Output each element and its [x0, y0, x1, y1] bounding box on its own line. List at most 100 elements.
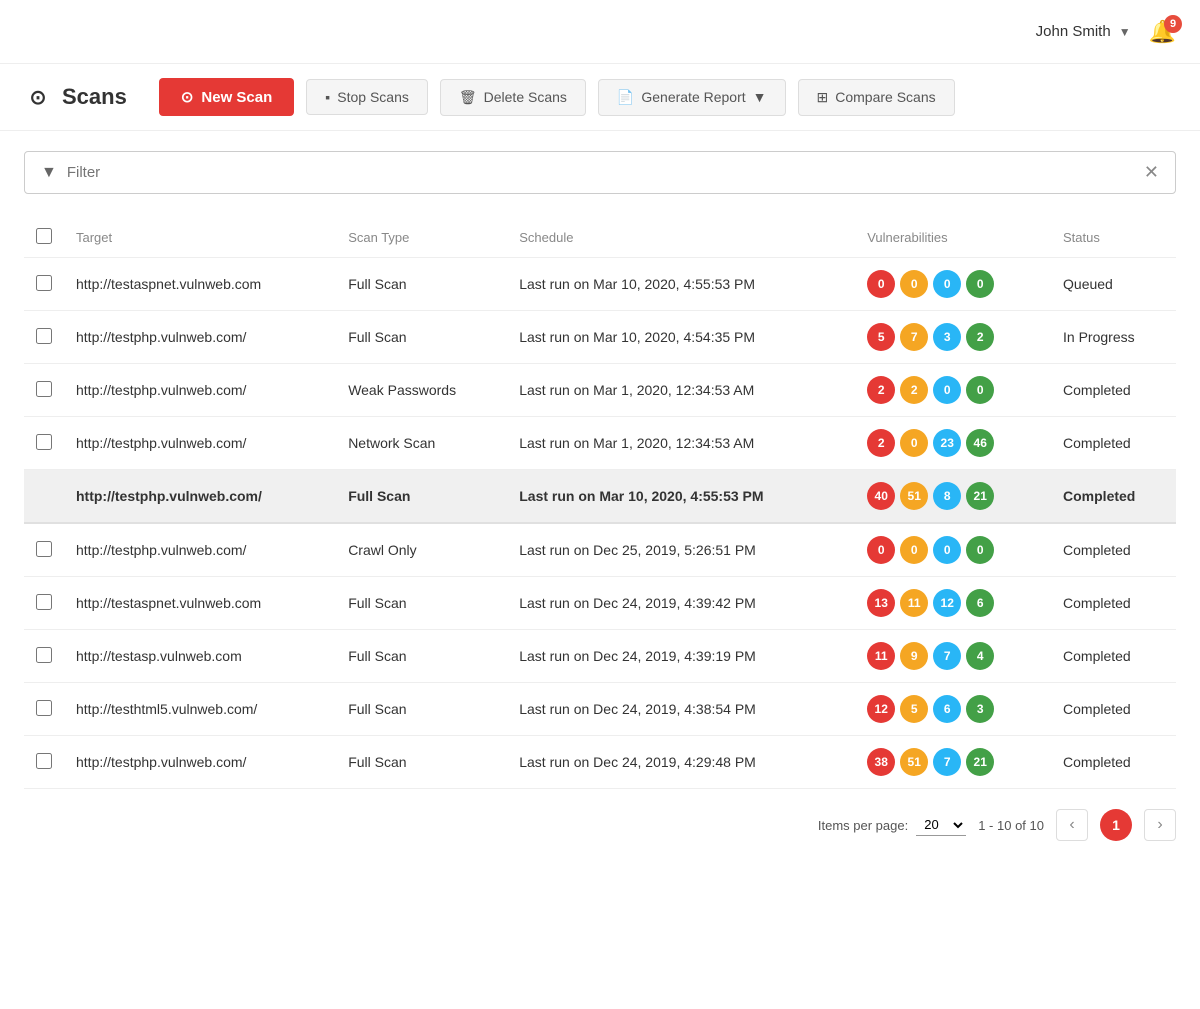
- row-checkbox-cell[interactable]: [24, 523, 64, 577]
- vuln-badge-red: 13: [867, 589, 895, 617]
- delete-scans-button[interactable]: 🗑 Delete Scans: [440, 79, 586, 116]
- row-checkbox-cell[interactable]: [24, 577, 64, 630]
- delete-scans-label: Delete Scans: [484, 89, 567, 105]
- items-per-page-select[interactable]: 20 50 100: [916, 814, 966, 836]
- row-checkbox[interactable]: [36, 647, 52, 663]
- row-checkbox[interactable]: [36, 700, 52, 716]
- row-schedule: Last run on Mar 10, 2020, 4:55:53 PM: [507, 258, 855, 311]
- current-page[interactable]: 1: [1100, 809, 1132, 841]
- vuln-badge-green: 2: [966, 323, 994, 351]
- row-target: http://testhtml5.vulnweb.com/: [64, 683, 336, 736]
- vuln-badge-orange: 9: [900, 642, 928, 670]
- table-row[interactable]: http://testphp.vulnweb.com/ Full Scan La…: [24, 311, 1176, 364]
- row-scan-type: Full Scan: [336, 470, 507, 524]
- row-checkbox-cell[interactable]: [24, 630, 64, 683]
- table-row[interactable]: http://testasp.vulnweb.com Full Scan Las…: [24, 630, 1176, 683]
- row-status: Completed: [1051, 364, 1176, 417]
- row-scan-type: Crawl Only: [336, 523, 507, 577]
- next-page-button[interactable]: ›: [1144, 809, 1176, 841]
- row-scan-type: Full Scan: [336, 736, 507, 789]
- row-checkbox-cell[interactable]: [24, 258, 64, 311]
- page-title: Scans: [62, 84, 127, 110]
- row-schedule: Last run on Dec 24, 2019, 4:39:19 PM: [507, 630, 855, 683]
- stop-icon: ▪: [325, 89, 330, 105]
- row-status: Completed: [1051, 630, 1176, 683]
- row-target: http://testphp.vulnweb.com/: [64, 470, 336, 524]
- table-row[interactable]: http://testphp.vulnweb.com/ Weak Passwor…: [24, 364, 1176, 417]
- row-vulnerabilities: 1311126: [855, 577, 1051, 630]
- notifications-button[interactable]: 🔔 9: [1149, 19, 1176, 45]
- row-checkbox[interactable]: [36, 541, 52, 557]
- items-per-page: Items per page: 20 50 100: [818, 814, 966, 836]
- vuln-badge-red: 2: [867, 376, 895, 404]
- vuln-badge-blue: 0: [933, 270, 961, 298]
- items-per-page-label: Items per page:: [818, 818, 908, 833]
- row-vulnerabilities: 0000: [855, 258, 1051, 311]
- pagination: Items per page: 20 50 100 1 - 10 of 10 ‹…: [24, 789, 1176, 841]
- row-target: http://testaspnet.vulnweb.com: [64, 258, 336, 311]
- table-row[interactable]: http://testphp.vulnweb.com/ Full Scan La…: [24, 736, 1176, 789]
- table-row[interactable]: http://testhtml5.vulnweb.com/ Full Scan …: [24, 683, 1176, 736]
- row-checkbox-cell[interactable]: [24, 311, 64, 364]
- table-row[interactable]: http://testaspnet.vulnweb.com Full Scan …: [24, 577, 1176, 630]
- row-schedule: Last run on Mar 10, 2020, 4:55:53 PM: [507, 470, 855, 524]
- row-checkbox[interactable]: [36, 594, 52, 610]
- generate-report-label: Generate Report: [641, 89, 745, 105]
- row-checkbox-cell[interactable]: [24, 364, 64, 417]
- row-checkbox-cell[interactable]: [24, 417, 64, 470]
- vuln-badge-blue: 7: [933, 642, 961, 670]
- row-checkbox[interactable]: [36, 753, 52, 769]
- table-row[interactable]: http://testaspnet.vulnweb.com Full Scan …: [24, 258, 1176, 311]
- row-schedule: Last run on Mar 1, 2020, 12:34:53 AM: [507, 417, 855, 470]
- vuln-badge-orange: 0: [900, 536, 928, 564]
- select-all-checkbox[interactable]: [36, 228, 52, 244]
- row-vulnerabilities: 12563: [855, 683, 1051, 736]
- row-checkbox[interactable]: [36, 328, 52, 344]
- page-title-container: ⊙ Scans: [24, 83, 127, 111]
- row-checkbox-cell[interactable]: [24, 683, 64, 736]
- scans-table: Target Scan Type Schedule Vulnerabilitie…: [24, 218, 1176, 789]
- row-vulnerabilities: 3851721: [855, 736, 1051, 789]
- stop-scans-button[interactable]: ▪ Stop Scans: [306, 79, 428, 115]
- table-row[interactable]: http://testphp.vulnweb.com/ Full Scan La…: [24, 470, 1176, 524]
- row-scan-type: Full Scan: [336, 258, 507, 311]
- clear-filter-button[interactable]: ✕: [1144, 162, 1159, 183]
- vuln-badge-orange: 2: [900, 376, 928, 404]
- vuln-badge-green: 46: [966, 429, 994, 457]
- prev-page-button[interactable]: ‹: [1056, 809, 1088, 841]
- row-scan-type: Weak Passwords: [336, 364, 507, 417]
- vuln-badge-red: 0: [867, 270, 895, 298]
- row-checkbox-cell[interactable]: [24, 736, 64, 789]
- row-target: http://testaspnet.vulnweb.com: [64, 577, 336, 630]
- row-checkbox[interactable]: [36, 434, 52, 450]
- vuln-badge-blue: 23: [933, 429, 961, 457]
- vuln-badge-green: 0: [966, 270, 994, 298]
- compare-scans-button[interactable]: ⊞ Compare Scans: [798, 79, 955, 116]
- row-checkbox[interactable]: [36, 381, 52, 397]
- col-scan-type: Scan Type: [336, 218, 507, 258]
- vuln-badge-green: 0: [966, 536, 994, 564]
- row-target: http://testphp.vulnweb.com/: [64, 311, 336, 364]
- vuln-badge-green: 6: [966, 589, 994, 617]
- vuln-badge-orange: 51: [900, 482, 928, 510]
- vuln-badge-green: 4: [966, 642, 994, 670]
- row-target: http://testphp.vulnweb.com/: [64, 523, 336, 577]
- vuln-badge-red: 12: [867, 695, 895, 723]
- vuln-badge-orange: 0: [900, 270, 928, 298]
- select-all-header[interactable]: [24, 218, 64, 258]
- filter-input[interactable]: [67, 164, 1144, 181]
- table-row[interactable]: http://testphp.vulnweb.com/ Network Scan…: [24, 417, 1176, 470]
- table-row[interactable]: http://testphp.vulnweb.com/ Crawl Only L…: [24, 523, 1176, 577]
- user-menu[interactable]: John Smith ▼: [1036, 23, 1131, 40]
- row-status: In Progress: [1051, 311, 1176, 364]
- row-target: http://testphp.vulnweb.com/: [64, 736, 336, 789]
- row-checkbox[interactable]: [36, 275, 52, 291]
- vuln-badge-orange: 51: [900, 748, 928, 776]
- row-status: Completed: [1051, 683, 1176, 736]
- new-scan-button[interactable]: ⊙ New Scan: [159, 78, 294, 116]
- row-target: http://testphp.vulnweb.com/: [64, 417, 336, 470]
- vuln-badge-green: 21: [966, 482, 994, 510]
- generate-report-button[interactable]: 📄 Generate Report ▼: [598, 79, 786, 116]
- row-status: Queued: [1051, 258, 1176, 311]
- row-schedule: Last run on Dec 24, 2019, 4:38:54 PM: [507, 683, 855, 736]
